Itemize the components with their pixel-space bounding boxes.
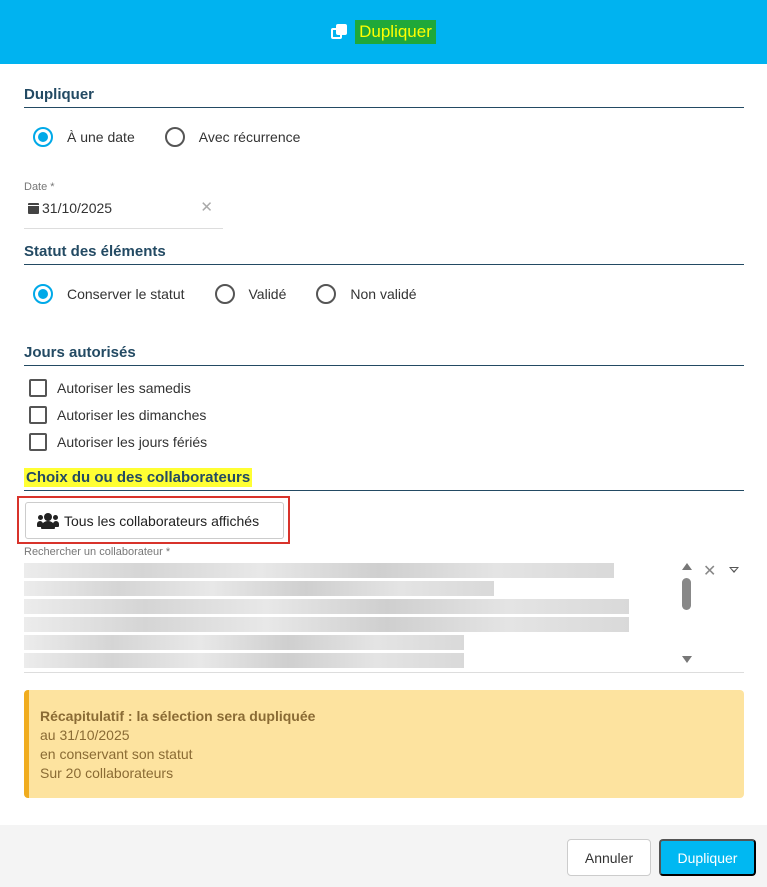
duplicate-button[interactable]: Dupliquer	[659, 839, 756, 876]
summary-head: Récapitulatif : la sélection sera dupliq…	[40, 708, 316, 724]
radio-recurrence-control[interactable]	[164, 127, 185, 147]
radio-validated-label: Validé	[248, 286, 287, 302]
summary-line-date: au 31/10/2025	[40, 727, 130, 743]
section-title-status: Statut des éléments	[24, 243, 744, 265]
copy-icon	[331, 24, 348, 40]
radio-validated-control[interactable]	[214, 284, 235, 304]
checkbox-holidays-label: Autoriser les jours fériés	[57, 434, 208, 450]
collaborator-select[interactable]	[24, 559, 744, 673]
checkbox-sundays-label: Autoriser les dimanches	[57, 407, 207, 423]
scroll-down-icon[interactable]	[682, 656, 692, 663]
calendar-icon[interactable]	[28, 202, 39, 214]
section-title-duplicate: Dupliquer	[24, 86, 744, 108]
users-icon	[37, 512, 60, 529]
all-collaborators-highlight: Tous les collaborateurs affichés	[17, 496, 290, 544]
collaborator-chip-blurred	[24, 599, 629, 614]
checkbox-holidays-control[interactable]	[29, 433, 47, 451]
dialog-title: Dupliquer	[355, 20, 436, 44]
radio-recurrence[interactable]: Avec récurrence	[164, 127, 301, 147]
summary-line-count: Sur 20 collaborateurs	[40, 765, 174, 781]
radio-not-validated-control[interactable]	[316, 284, 337, 304]
date-field[interactable]: Date * 31/10/2025 ✕	[24, 181, 223, 229]
checkbox-holidays[interactable]: Autoriser les jours fériés	[29, 433, 207, 451]
date-value[interactable]: 31/10/2025	[42, 200, 112, 216]
dropdown-toggle-icon[interactable]	[729, 567, 739, 573]
section-title-days: Jours autorisés	[24, 344, 744, 366]
duplicate-mode-group: À une date Avec récurrence	[33, 127, 330, 147]
collaborator-chip-blurred	[24, 635, 464, 650]
radio-at-date[interactable]: À une date	[33, 127, 135, 147]
date-label: Date *	[24, 181, 55, 193]
clear-date-icon[interactable]: ✕	[200, 198, 213, 216]
checkbox-sundays[interactable]: Autoriser les dimanches	[29, 406, 206, 424]
collaborator-chip-blurred	[24, 563, 614, 578]
radio-not-validated-label: Non validé	[350, 286, 417, 302]
checkbox-saturdays-control[interactable]	[29, 379, 47, 397]
collaborator-chip-blurred	[24, 581, 494, 596]
section-title-collaborators-text: Choix du ou des collaborateurs	[24, 468, 253, 487]
checkbox-saturdays[interactable]: Autoriser les samedis	[29, 379, 191, 397]
dialog-header: Dupliquer	[0, 0, 767, 64]
radio-keep-status-control[interactable]	[33, 284, 53, 304]
radio-keep-status-label: Conserver le statut	[67, 286, 185, 302]
collaborator-scrollbar[interactable]	[680, 563, 694, 663]
status-group: Conserver le statut Validé Non validé	[33, 284, 447, 304]
radio-not-validated[interactable]: Non validé	[316, 284, 417, 304]
dialog-footer: Annuler Dupliquer	[0, 825, 767, 887]
collaborator-chip-blurred	[24, 617, 629, 632]
checkbox-saturdays-label: Autoriser les samedis	[57, 380, 191, 396]
collaborator-chip-blurred	[24, 653, 464, 668]
clear-collaborators-icon[interactable]: ✕	[703, 561, 716, 581]
radio-validated[interactable]: Validé	[214, 284, 287, 304]
collaborator-search-label: Rechercher un collaborateur *	[24, 546, 171, 558]
radio-at-date-label: À une date	[67, 129, 135, 145]
scroll-thumb[interactable]	[682, 578, 691, 610]
all-collaborators-button[interactable]: Tous les collaborateurs affichés	[25, 502, 284, 539]
radio-at-date-control[interactable]	[33, 127, 53, 147]
cancel-button[interactable]: Annuler	[567, 839, 651, 876]
radio-keep-status[interactable]: Conserver le statut	[33, 284, 185, 304]
radio-recurrence-label: Avec récurrence	[198, 129, 301, 145]
summary-line-status: en conservant son statut	[40, 746, 193, 762]
scroll-up-icon[interactable]	[682, 563, 692, 570]
summary-box: Récapitulatif : la sélection sera dupliq…	[24, 690, 744, 798]
section-title-collaborators: Choix du ou des collaborateurs	[24, 468, 744, 491]
all-collaborators-label: Tous les collaborateurs affichés	[64, 512, 260, 529]
checkbox-sundays-control[interactable]	[29, 406, 47, 424]
